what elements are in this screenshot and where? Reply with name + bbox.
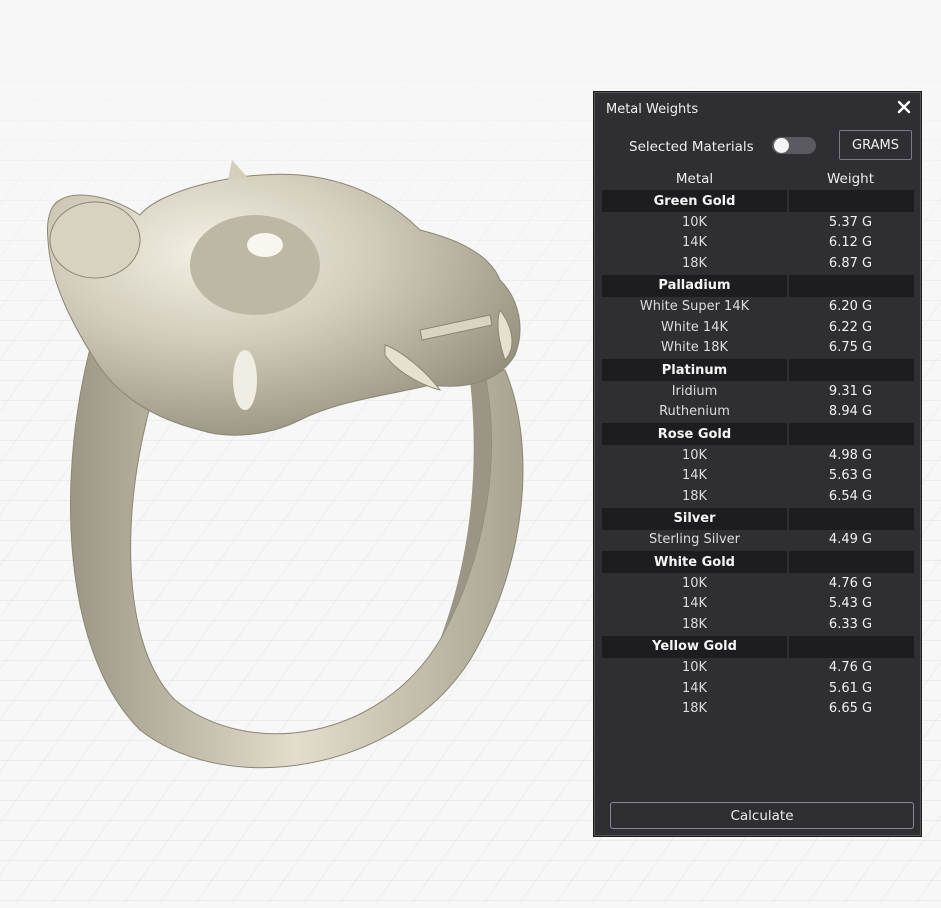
- calculate-button[interactable]: Calculate: [610, 802, 914, 829]
- table-row[interactable]: 10K 4.76 G: [602, 658, 914, 679]
- metal-name: 10K: [681, 660, 708, 676]
- metal-name: White Super 14K: [639, 299, 750, 315]
- table-row[interactable]: 14K 5.61 G: [602, 678, 914, 699]
- metal-weight: 6.87 G: [828, 255, 873, 271]
- metal-name: 14K: [681, 680, 708, 696]
- group-weight-cell: [789, 359, 914, 381]
- metal-name: 10K: [681, 447, 708, 463]
- table-row[interactable]: 18K 6.33 G: [602, 614, 914, 635]
- table-row[interactable]: 18K 6.65 G: [602, 699, 914, 720]
- group-weight-cell: [789, 423, 914, 445]
- toggle-knob: [774, 138, 789, 153]
- table-body: Green Gold 10K 5.37 G 14K 6.12 G 18K 6.87 G Pal…: [602, 190, 914, 719]
- table-row[interactable]: 18K 6.54 G: [602, 486, 914, 507]
- metal-name: 18K: [681, 488, 708, 504]
- group-row: Palladium: [602, 274, 914, 297]
- table-row[interactable]: 14K 6.12 G: [602, 233, 914, 254]
- metal-name: White 18K: [661, 340, 728, 356]
- table-row[interactable]: 10K 4.76 G: [602, 573, 914, 594]
- column-header-metal: Metal: [675, 171, 714, 187]
- table-row[interactable]: 18K 6.87 G: [602, 253, 914, 274]
- group-name: Platinum: [602, 359, 787, 381]
- eye-highlight: [247, 233, 283, 257]
- group-name: Rose Gold: [602, 423, 787, 445]
- metal-name: 10K: [681, 575, 708, 591]
- eye-socket: [190, 215, 320, 315]
- metal-weight: 5.43 G: [828, 596, 873, 612]
- table-row[interactable]: 10K 5.37 G: [602, 212, 914, 233]
- metal-name: 14K: [681, 596, 708, 612]
- column-header-weight: Weight: [826, 171, 875, 187]
- metal-weight: 6.22 G: [828, 319, 873, 335]
- metal-weight: 5.37 G: [828, 214, 873, 230]
- metal-weight: 6.75 G: [828, 340, 873, 356]
- metal-name: 14K: [681, 468, 708, 484]
- group-weight-cell: [789, 507, 914, 530]
- selected-materials-label: Selected Materials: [629, 139, 754, 155]
- table-row[interactable]: 10K 4.98 G: [602, 445, 914, 466]
- metal-name: Ruthenium: [659, 404, 730, 420]
- metal-weight: 6.12 G: [828, 235, 873, 251]
- metal-weight: 4.98 G: [828, 447, 873, 463]
- table-header: Metal Weight: [602, 169, 914, 189]
- metal-name: Sterling Silver: [648, 532, 741, 548]
- metal-weight: 6.65 G: [828, 701, 873, 717]
- panel-title: Metal Weights: [606, 102, 699, 117]
- metal-weight: 4.76 G: [828, 575, 873, 591]
- weights-table: Metal Weight Green Gold 10K 5.37 G 14K 6.12 …: [602, 169, 914, 719]
- group-name: Silver: [602, 507, 787, 530]
- group-row: Yellow Gold: [602, 635, 914, 658]
- table-row[interactable]: White 14K 6.22 G: [602, 317, 914, 338]
- metal-name: 10K: [681, 214, 708, 230]
- table-row[interactable]: Sterling Silver 4.49 G: [602, 530, 914, 551]
- group-row: Green Gold: [602, 190, 914, 212]
- group-name: White Gold: [602, 551, 787, 573]
- metal-weight: 8.94 G: [828, 404, 873, 420]
- group-name: Palladium: [602, 274, 787, 297]
- unit-button[interactable]: GRAMS: [839, 130, 912, 160]
- group-row: White Gold: [602, 551, 914, 573]
- metal-weight: 6.33 G: [828, 616, 873, 632]
- metal-name: White 14K: [661, 319, 728, 335]
- close-button[interactable]: [893, 96, 915, 118]
- metal-weights-panel: Metal Weights Selected Materials GRAMS M…: [593, 91, 922, 837]
- group-weight-cell: [789, 551, 914, 573]
- metal-weight: 6.54 G: [828, 488, 873, 504]
- metal-weight: 4.76 G: [828, 660, 873, 676]
- group-row: Platinum: [602, 359, 914, 381]
- metal-weight: 5.61 G: [828, 680, 873, 696]
- table-row[interactable]: 14K 5.43 G: [602, 594, 914, 615]
- metal-weight: 6.20 G: [828, 299, 873, 315]
- cheek-highlight: [233, 350, 257, 410]
- metal-weight: 9.31 G: [828, 383, 873, 399]
- group-weight-cell: [789, 190, 914, 212]
- close-icon: [897, 100, 911, 114]
- group-row: Rose Gold: [602, 423, 914, 445]
- group-row: Silver: [602, 507, 914, 530]
- table-row[interactable]: 14K 5.63 G: [602, 466, 914, 487]
- left-ear: [49, 201, 141, 279]
- group-weight-cell: [789, 635, 914, 658]
- metal-weight: 4.49 G: [828, 532, 873, 548]
- metal-name: Iridium: [671, 383, 718, 399]
- metal-name: 18K: [681, 701, 708, 717]
- table-row[interactable]: Ruthenium 8.94 G: [602, 402, 914, 423]
- metal-name: 18K: [681, 616, 708, 632]
- group-weight-cell: [789, 274, 914, 297]
- table-row[interactable]: White Super 14K 6.20 G: [602, 297, 914, 318]
- selected-materials-toggle[interactable]: [772, 137, 816, 154]
- table-row[interactable]: Iridium 9.31 G: [602, 381, 914, 402]
- metal-name: 14K: [681, 235, 708, 251]
- metal-weight: 5.63 G: [828, 468, 873, 484]
- group-name: Green Gold: [602, 190, 787, 212]
- group-name: Yellow Gold: [602, 635, 787, 658]
- table-row[interactable]: White 18K 6.75 G: [602, 338, 914, 359]
- metal-name: 18K: [681, 255, 708, 271]
